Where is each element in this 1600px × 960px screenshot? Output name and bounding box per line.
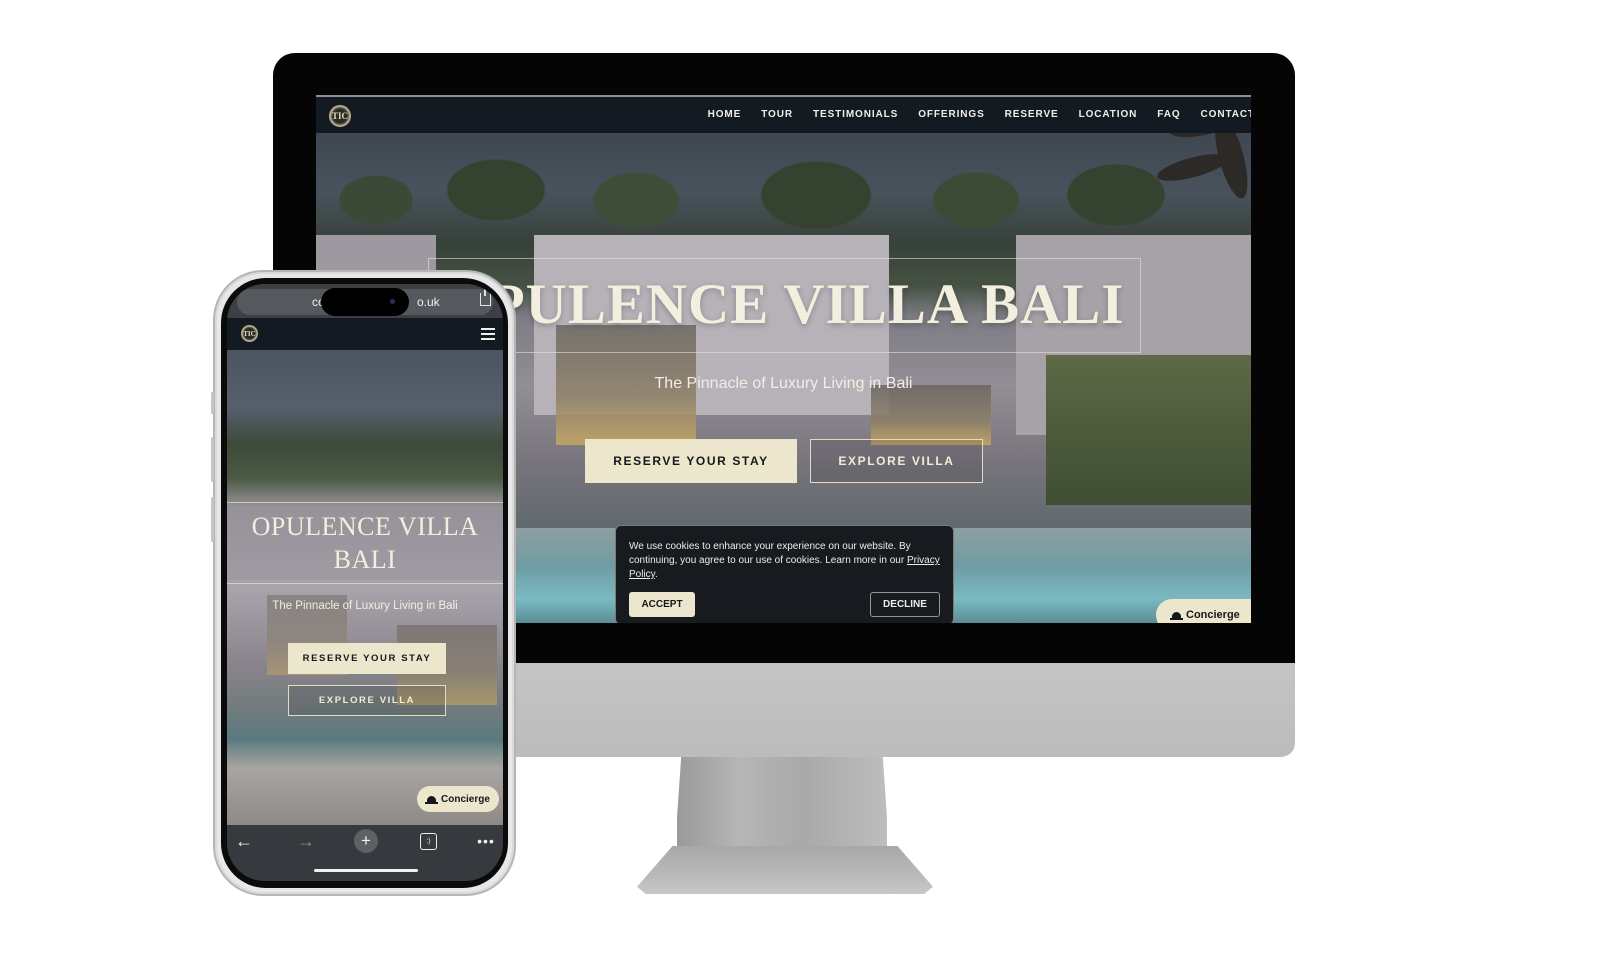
mobile-explore-villa-button[interactable]: EXPLORE VILLA [288, 685, 446, 716]
hero-title: OPULENCE VILLA BALI [444, 273, 1125, 336]
phone-volume-up-button [211, 437, 214, 482]
nav-offerings[interactable]: OFFERINGS [918, 109, 984, 120]
explore-villa-button[interactable]: EXPLORE VILLA [810, 439, 983, 483]
mobile-hero-title: OPULENCE VILLA BALI [227, 510, 503, 576]
forward-arrow-icon[interactable]: → [295, 830, 317, 852]
back-arrow-icon[interactable]: ← [233, 830, 255, 852]
nav-contact[interactable]: CONTACT [1201, 109, 1251, 120]
mobile-site-logo[interactable]: TIC [241, 325, 258, 342]
phone-screen: coc o.uk TIC OPULENCE VILLA BALI The Pin… [227, 284, 503, 881]
nav-faq[interactable]: FAQ [1157, 109, 1180, 120]
bell-icon [425, 796, 438, 804]
phone-volume-down-button [211, 497, 214, 542]
more-options-icon[interactable]: ••• [475, 830, 497, 852]
home-indicator[interactable] [314, 869, 418, 872]
cookie-text: We use cookies to enhance your experienc… [629, 541, 911, 566]
mobile-browser-toolbar: ← → + :) ••• [227, 825, 503, 881]
phone-action-button [211, 392, 214, 414]
nav-testimonials[interactable]: TESTIMONIALS [813, 109, 898, 120]
tabs-icon[interactable]: :) [420, 833, 437, 850]
mobile-hero-title-line2: BALI [333, 545, 397, 574]
mobile-reserve-stay-button[interactable]: RESERVE YOUR STAY [288, 643, 446, 674]
concierge-label: Concierge [441, 793, 490, 805]
url-text-end: o.uk [417, 295, 440, 309]
hero-frame-top-line [227, 502, 503, 503]
share-icon[interactable] [480, 287, 491, 306]
mobile-concierge-button[interactable]: Concierge [417, 786, 499, 812]
cookie-banner: We use cookies to enhance your experienc… [615, 525, 954, 623]
site-logo[interactable]: TIC [329, 105, 351, 127]
desktop-nav-links: HOME TOUR TESTIMONIALS OFFERINGS RESERVE… [708, 109, 1251, 120]
dynamic-island [321, 288, 409, 316]
nav-reserve[interactable]: RESERVE [1005, 109, 1059, 120]
nav-tour[interactable]: TOUR [761, 109, 793, 120]
concierge-button[interactable]: Concierge [1156, 599, 1251, 623]
bell-icon [1170, 612, 1183, 620]
cookie-decline-button[interactable]: DECLINE [870, 592, 940, 617]
villa-window [871, 385, 991, 445]
hamburger-menu-icon[interactable] [481, 328, 495, 340]
mobile-hero-background [227, 350, 503, 825]
cookie-accept-button[interactable]: ACCEPT [629, 592, 695, 617]
cookie-message: We use cookies to enhance your experienc… [629, 541, 940, 580]
desktop-navbar: TIC HOME TOUR TESTIMONIALS OFFERINGS RES… [316, 95, 1251, 133]
mobile-hero-subtitle: The Pinnacle of Luxury Living in Bali [272, 600, 458, 612]
new-tab-plus-icon[interactable]: + [354, 829, 378, 853]
reserve-stay-button[interactable]: RESERVE YOUR STAY [585, 439, 797, 483]
hero-frame-bottom-line [227, 583, 503, 584]
mobile-navbar: TIC [227, 318, 503, 350]
nav-location[interactable]: LOCATION [1079, 109, 1138, 120]
mobile-hero-title-line1: OPULENCE VILLA [251, 512, 479, 541]
nav-home[interactable]: HOME [708, 109, 742, 120]
concierge-label: Concierge [1186, 609, 1240, 621]
monitor-stand-foot [637, 846, 933, 894]
